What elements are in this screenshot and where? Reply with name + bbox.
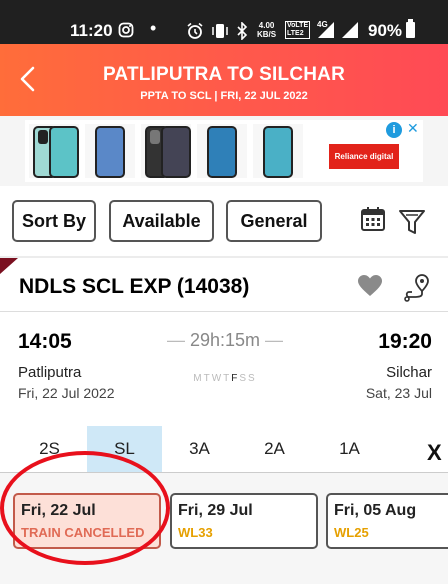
card-ribbon [0,258,18,274]
arrival-time: 19:20 [378,330,432,353]
route-map-icon[interactable] [402,272,430,302]
arrival-date: Sat, 23 Jul [365,385,432,401]
close-availability-button[interactable]: X [427,440,442,466]
screen: 11:20 • 4.00 KB/S VoLTE LTE2 4G 90% PATL… [0,0,448,584]
phone-image [141,124,191,178]
filter-funnel-icon[interactable] [397,206,427,236]
departure-station: Patliputra [18,364,82,381]
phone-image [29,124,79,178]
card-divider [0,311,448,312]
ad-close-icon[interactable]: ✕ [407,120,419,137]
battery-icon [406,19,415,38]
train-card[interactable]: NDLS SCL EXP (14038) 14:05 — 29h:15m — 1… [0,258,448,584]
network-speed: 4.00 KB/S [257,21,277,39]
phone-image [253,124,303,178]
departure-time: 14:05 [18,330,72,353]
filter-bar: Sort By Available General [0,186,448,256]
instagram-icon [118,22,134,41]
ad-banner[interactable]: Reliance digital i ✕ [25,120,423,182]
journey-duration: — 29h:15m — [166,330,284,350]
class-tab-1a[interactable]: 1A [312,426,387,472]
signal-icon [318,22,334,38]
class-tab-3a[interactable]: 3A [162,426,237,472]
heart-icon[interactable] [357,274,383,298]
dot-icon: • [150,18,157,38]
signal-icon-2 [342,22,358,38]
availability-date: Fri, 05 Aug [334,502,417,519]
running-days: MTWTFSS [193,373,257,384]
volte-icon: VoLTE LTE2 [285,21,311,39]
ad-info-icon[interactable]: i [386,122,402,138]
page-title: PATLIPUTRA TO SILCHAR [102,64,346,85]
departure-date: Fri, 22 Jul 2022 [18,385,115,401]
ad-brand-logo: Reliance digital [329,144,399,169]
train-name: NDLS SCL EXP (14038) [19,275,250,298]
app-header: PATLIPUTRA TO SILCHAR PPTA TO SCL | FRI,… [0,44,448,116]
calendar-icon[interactable] [360,206,386,232]
availability-date: Fri, 29 Jul [178,502,253,519]
availability-card[interactable]: Fri, 29 Jul WL33 [170,493,318,549]
clock: 11:20 [70,21,113,40]
arrival-station: Silchar [386,364,432,381]
vibrate-icon [212,22,228,43]
class-tab-2a[interactable]: 2A [237,426,312,472]
status-bar: 11:20 • 4.00 KB/S VoLTE LTE2 4G 90% [0,0,448,44]
sort-by-button[interactable]: Sort By [12,200,96,242]
ad-area: Reliance digital i ✕ [0,116,448,186]
page-subtitle: PPTA TO SCL | FRI, 22 JUL 2022 [140,90,308,102]
battery-percent: 90% [368,21,403,40]
availability-status: WL33 [178,525,213,540]
red-highlight-circle [0,451,170,565]
availability-card[interactable]: Fri, 05 Aug WL25 [326,493,448,549]
alarm-icon [186,22,204,43]
bluetooth-icon [236,21,248,43]
phone-image [197,124,247,178]
available-filter-button[interactable]: Available [109,200,214,242]
availability-status: WL25 [334,525,369,540]
quota-filter-button[interactable]: General [226,200,322,242]
phone-image [85,124,135,178]
